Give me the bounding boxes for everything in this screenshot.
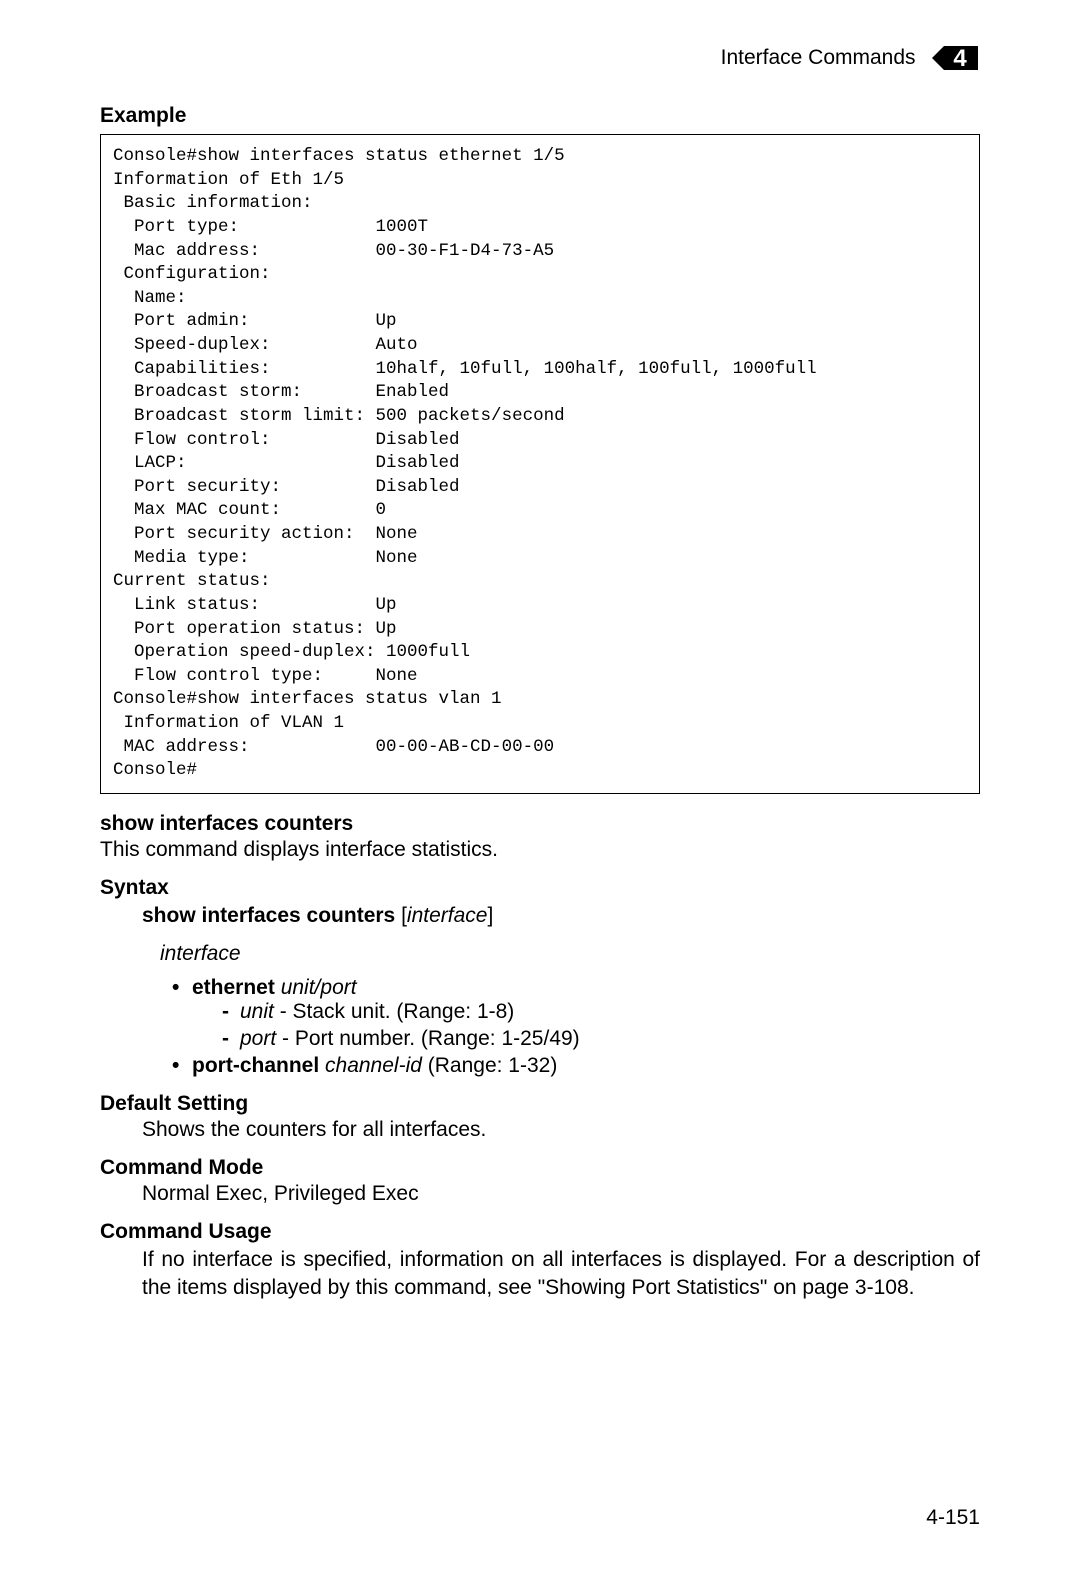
syntax-command: show interfaces counters: [142, 904, 395, 927]
port-label: port: [240, 1027, 276, 1050]
syntax-param: interface: [407, 904, 488, 927]
command-name: show interfaces counters: [100, 812, 980, 836]
example-heading: Example: [100, 104, 980, 128]
port-sub-bullet: port - Port number. (Range: 1-25/49): [222, 1027, 980, 1051]
unit-sub-bullet: unit - Stack unit. (Range: 1-8): [222, 1000, 980, 1024]
page-number: 4-151: [926, 1506, 980, 1530]
command-mode-heading: Command Mode: [100, 1156, 980, 1180]
port-channel-label: port-channel: [192, 1054, 319, 1077]
command-description: This command displays interface statisti…: [100, 838, 980, 862]
port-channel-bullet: port-channel channel-id (Range: 1-32): [172, 1054, 980, 1078]
port-desc: - Port number. (Range: 1-25/49): [276, 1027, 580, 1050]
syntax-bracket-close: ]: [487, 904, 493, 927]
syntax-bracket-open: [: [395, 904, 407, 927]
command-usage-text: If no interface is specified, informatio…: [142, 1246, 980, 1303]
ethernet-label: ethernet: [192, 976, 275, 999]
command-mode-text: Normal Exec, Privileged Exec: [142, 1182, 980, 1206]
ethernet-bullet: ethernet unit/port unit - Stack unit. (R…: [172, 976, 980, 1051]
svg-text:4: 4: [953, 45, 967, 72]
default-setting-heading: Default Setting: [100, 1092, 980, 1116]
ethernet-sub-bullets: unit - Stack unit. (Range: 1-8) port - P…: [222, 1000, 980, 1051]
channel-id: channel-id: [325, 1054, 422, 1077]
interface-label: interface: [160, 942, 980, 966]
channel-desc: (Range: 1-32): [422, 1054, 557, 1077]
header-title: Interface Commands: [721, 46, 916, 70]
chapter-number-icon: 4: [930, 40, 980, 76]
unit-desc: - Stack unit. (Range: 1-8): [274, 1000, 514, 1023]
unit-port: unit/port: [281, 976, 357, 999]
command-usage-heading: Command Usage: [100, 1220, 980, 1244]
page-header: Interface Commands 4: [100, 40, 980, 76]
syntax-heading: Syntax: [100, 876, 980, 900]
syntax-bullets: ethernet unit/port unit - Stack unit. (R…: [172, 976, 980, 1078]
example-code-block: Console#show interfaces status ethernet …: [100, 134, 980, 794]
unit-label: unit: [240, 1000, 274, 1023]
default-setting-text: Shows the counters for all interfaces.: [142, 1118, 980, 1142]
syntax-line: show interfaces counters [interface]: [142, 904, 980, 928]
